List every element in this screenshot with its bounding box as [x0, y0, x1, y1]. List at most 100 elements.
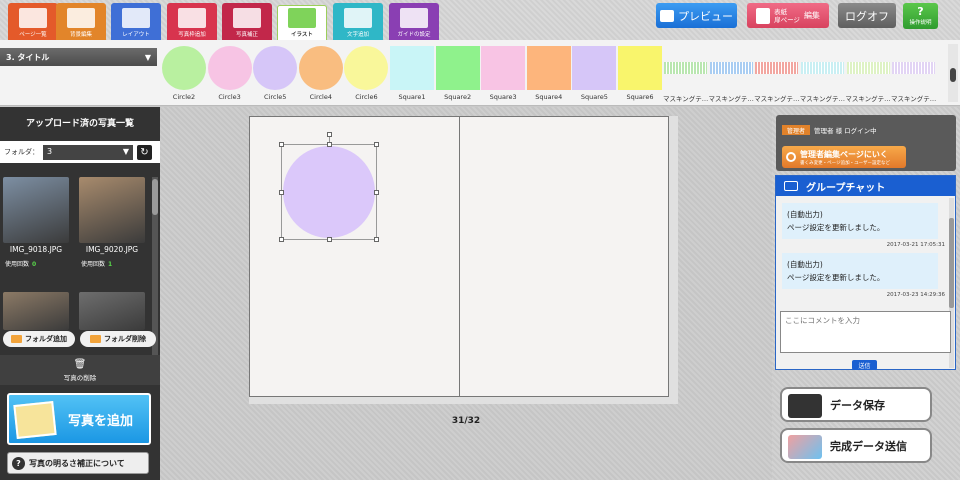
palette-item[interactable]: Circle2: [162, 46, 206, 104]
palette-item[interactable]: マスキングテ…: [800, 46, 845, 104]
toolbar-tab[interactable]: イラスト: [277, 5, 327, 40]
resize-handle-nw[interactable]: [279, 142, 284, 147]
illustration-palette: Circle2 Circle3 Circle5 Circle4 Circle6 Squar…: [160, 40, 940, 106]
photo-thumbnail[interactable]: IMG_9020.JPG 使用回数 1: [79, 177, 145, 268]
tab-icon: [400, 8, 428, 28]
palette-scrollbar[interactable]: [948, 44, 958, 102]
photo-panel: アップロード済の写真一覧 フォルダ： 3 ▼ ↻ IMG_9018.JPG 使用回…: [0, 107, 160, 480]
palette-item[interactable]: Circle3: [207, 46, 252, 104]
resize-handle-e[interactable]: [374, 190, 379, 195]
submit-final-data-button[interactable]: 完成データ送信: [780, 428, 932, 463]
tape-swatch: [664, 62, 708, 74]
refresh-icon[interactable]: ↻: [137, 144, 152, 160]
toolbar-tab[interactable]: 文字追加: [333, 3, 383, 40]
resize-handle-w[interactable]: [279, 190, 284, 195]
send-book-icon: [788, 435, 822, 459]
monitor-icon: [660, 9, 674, 22]
palette-item[interactable]: マスキングテ…: [891, 46, 936, 104]
page-number: 31/32: [451, 416, 481, 426]
help-button[interactable]: ? 操作説明: [903, 3, 938, 29]
circle-swatch: [253, 46, 298, 90]
add-photo-button[interactable]: 写真を追加: [7, 393, 151, 445]
circle-swatch: [207, 46, 252, 90]
square-swatch: [390, 46, 434, 90]
photo-stack-icon: [13, 401, 57, 439]
page-spread[interactable]: [249, 116, 669, 397]
palette-item[interactable]: マスキングテ…: [754, 46, 799, 104]
circle-illustration[interactable]: [283, 146, 375, 238]
palette-scrollbar-thumb[interactable]: [950, 68, 956, 82]
toolbar-tab[interactable]: ページ一覧: [8, 3, 58, 40]
chat-icon: [784, 181, 798, 191]
send-button[interactable]: 送信: [852, 360, 877, 370]
folder-delete-button[interactable]: フォルダ削除: [80, 331, 156, 347]
palette-item[interactable]: Square2: [435, 46, 480, 104]
folder-select[interactable]: 3 ▼: [43, 144, 133, 160]
folder-label: フォルダ：: [4, 148, 39, 156]
admin-box: 管理者 管理者 様 ログイン中 管理者編集ページにいく 書くみ変更・ページ追加・…: [776, 115, 956, 171]
tape-swatch: [800, 62, 844, 74]
folder-add-icon: [11, 335, 22, 343]
photo-thumbnail[interactable]: IMG_9018.JPG 使用回数 0: [3, 177, 69, 268]
rotate-handle[interactable]: [327, 132, 332, 137]
tab-icon: [178, 8, 206, 28]
photo-image: [3, 292, 69, 330]
resize-handle-se[interactable]: [374, 237, 379, 242]
toolbar-tab[interactable]: 背景編集: [56, 3, 106, 40]
dropdown-arrow-icon: ▼: [144, 53, 151, 62]
toolbar-tab[interactable]: ガイドの設定: [389, 3, 439, 40]
palette-item[interactable]: マスキングテ…: [663, 46, 708, 104]
selected-illustration[interactable]: [279, 132, 379, 242]
photo-filename: IMG_9018.JPG: [9, 245, 63, 254]
palette-item[interactable]: マスキングテ…: [709, 46, 754, 104]
palette-item[interactable]: Square1: [390, 46, 434, 104]
folder-add-button[interactable]: フォルダ追加: [3, 331, 75, 347]
chat-timestamp: 2017-03-23 14:29:36: [886, 292, 945, 298]
palette-item[interactable]: Square3: [481, 46, 526, 104]
admin-edit-page-button[interactable]: 管理者編集ページにいく 書くみ変更・ページ追加・ユーザー設定など: [782, 146, 906, 168]
key-icon: [786, 152, 796, 162]
tape-swatch: [846, 62, 890, 74]
asset-palette-row: 3. タイトル ▼ Circle2 Circle3 Circle5 Circle4 Ci…: [0, 40, 960, 106]
resize-handle-sw[interactable]: [279, 237, 284, 242]
delete-photo-dropzone[interactable]: 🗑 写真の削除: [0, 355, 160, 385]
resize-handle-s[interactable]: [327, 237, 332, 242]
photo-thumbnail[interactable]: [3, 292, 69, 330]
palette-item[interactable]: マスキングテ…: [845, 46, 891, 104]
square-swatch: [435, 46, 480, 90]
photo-image: [3, 177, 69, 243]
chat-timestamp: 2017-03-21 17:05:31: [886, 242, 945, 248]
toolbar-tab[interactable]: レイアウト: [111, 3, 161, 40]
floppy-disk-icon: [788, 394, 822, 418]
brightness-help-button[interactable]: ? 写真の明るさ補正について: [7, 452, 149, 474]
photo-list-scrollbar-thumb[interactable]: [152, 179, 158, 215]
palette-item[interactable]: Circle5: [253, 46, 298, 104]
preview-button[interactable]: プレビュー: [656, 3, 737, 28]
palette-item[interactable]: Circle6: [344, 46, 389, 104]
side-panel: 管理者 管理者 様 ログイン中 管理者編集ページにいく 書くみ変更・ページ追加・…: [772, 107, 960, 480]
page-shadow-right: [669, 116, 678, 397]
palette-item[interactable]: Circle4: [298, 46, 343, 104]
chat-scrollbar-thumb[interactable]: [949, 218, 954, 308]
toolbar-tab[interactable]: 写真補正: [222, 3, 272, 40]
cover-edit-button[interactable]: 表紙 扉ページ 編集: [747, 3, 829, 28]
tape-swatch: [755, 62, 799, 74]
resize-handle-n[interactable]: [327, 142, 332, 147]
photo-thumbnail[interactable]: [79, 292, 145, 330]
page-gutter: [459, 117, 460, 396]
photo-panel-title: アップロード済の写真一覧: [25, 118, 134, 129]
palette-item[interactable]: Square5: [572, 46, 617, 104]
toolbar-tab[interactable]: 写真枠追加: [167, 3, 217, 40]
square-swatch: [481, 46, 526, 90]
photo-filename: IMG_9020.JPG: [85, 245, 139, 254]
palette-item[interactable]: Square4: [526, 46, 571, 104]
square-swatch: [618, 46, 662, 90]
logout-button[interactable]: ログオフ: [838, 3, 896, 28]
comment-input[interactable]: [780, 311, 951, 353]
photo-use-count: 使用回数 0: [5, 261, 37, 268]
circle-swatch: [298, 46, 343, 90]
palette-item[interactable]: Square6: [618, 46, 662, 104]
resize-handle-ne[interactable]: [374, 142, 379, 147]
save-data-button[interactable]: データ保存: [780, 387, 932, 422]
category-select[interactable]: 3. タイトル ▼: [0, 48, 157, 66]
